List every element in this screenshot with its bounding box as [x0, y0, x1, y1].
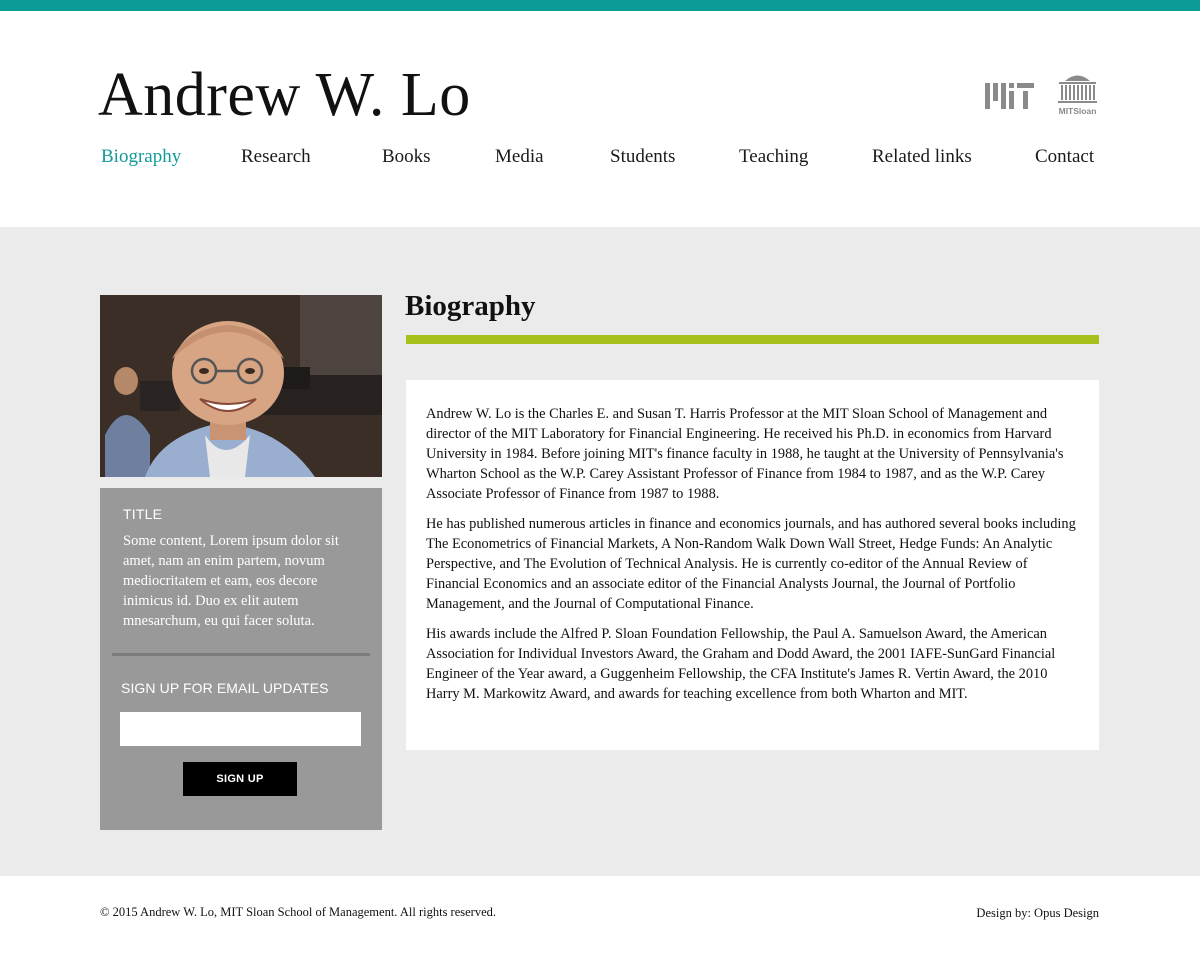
biography-text: Andrew W. Lo is the Charles E. and Susan…: [426, 404, 1076, 714]
nav-item-teaching[interactable]: Teaching: [739, 144, 808, 170]
nav-item-books[interactable]: Books: [382, 144, 431, 170]
main-nav: Biography Research Books Media Students …: [101, 144, 1100, 170]
bio-paragraph: His awards include the Alfred P. Sloan F…: [426, 626, 1056, 702]
signup-button[interactable]: SIGN UP: [183, 762, 297, 796]
mit-sloan-logo[interactable]: MITSloan: [1055, 71, 1100, 116]
nav-item-media[interactable]: Media: [495, 144, 544, 170]
mit-logo[interactable]: [985, 83, 1034, 109]
biography-card: Andrew W. Lo is the Charles E. and Susan…: [406, 380, 1099, 750]
nav-item-related-links[interactable]: Related links: [872, 144, 972, 170]
nav-item-contact[interactable]: Contact: [1035, 144, 1094, 170]
footer-design-credit[interactable]: Design by: Opus Design: [976, 906, 1099, 921]
email-input[interactable]: [120, 712, 361, 746]
footer-copyright: © 2015 Andrew W. Lo, MIT Sloan School of…: [100, 905, 497, 919]
sidebar-text: Some content, Lorem ipsum dolor sit amet…: [123, 533, 339, 629]
nav-item-students[interactable]: Students: [610, 144, 675, 170]
profile-photo: [100, 295, 382, 477]
signup-title: SIGN UP FOR EMAIL UPDATES: [121, 680, 329, 696]
sidebar-box: TITLE Some content, Lorem ipsum dolor si…: [100, 488, 382, 830]
sidebar-title: TITLE: [123, 506, 163, 522]
top-accent-bar: [0, 0, 1200, 11]
nav-item-biography[interactable]: Biography: [101, 144, 181, 170]
nav-item-research[interactable]: Research: [241, 144, 311, 170]
bio-paragraph: Andrew W. Lo is the Charles E. and Susan…: [426, 406, 1064, 502]
sloan-logo-text: MITSloan: [1059, 106, 1097, 116]
site-title[interactable]: Andrew W. Lo: [98, 58, 471, 132]
bio-paragraph: He has published numerous articles in fi…: [426, 516, 1076, 612]
heading-rule: [406, 335, 1099, 344]
page-title: Biography: [405, 290, 536, 322]
sidebar-divider: [112, 653, 370, 656]
